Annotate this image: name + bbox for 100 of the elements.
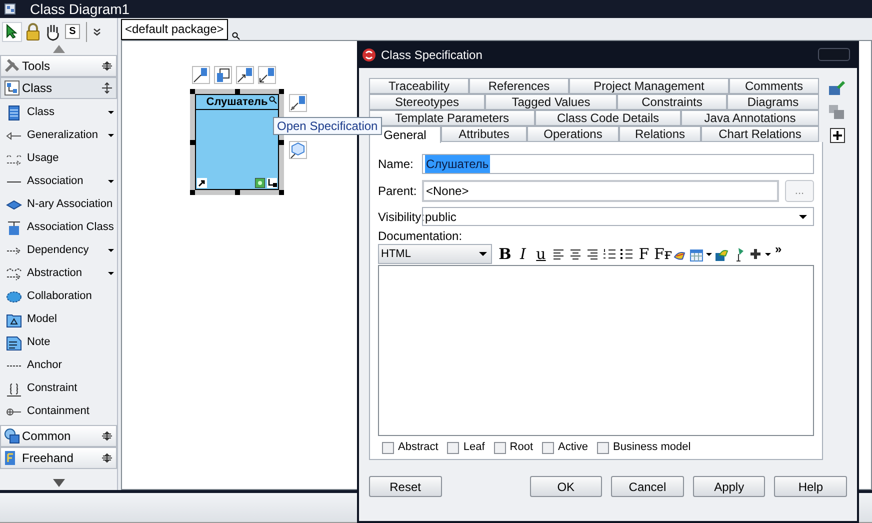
hand-icon[interactable]: [44, 22, 62, 40]
text-tool-button[interactable]: S: [65, 24, 80, 39]
resource-icon[interactable]: [289, 94, 307, 112]
field-label: Name:: [378, 156, 414, 173]
align-center-icon[interactable]: [568, 246, 583, 262]
overlap-squares-icon[interactable]: [828, 104, 846, 120]
palette-item[interactable]: Constraint: [0, 377, 117, 400]
palette-section-header[interactable]: Freehand: [0, 447, 117, 469]
palette-item[interactable]: Association: [0, 170, 117, 193]
bullet-list-icon[interactable]: [619, 246, 634, 262]
align-left-icon[interactable]: [551, 246, 566, 262]
palette-item[interactable]: Usage: [0, 147, 117, 170]
palette-item[interactable]: Dependency: [0, 239, 117, 262]
expand-toggle-icon[interactable]: [101, 82, 113, 94]
expand-toggle-icon[interactable]: [101, 430, 113, 442]
tab[interactable]: Comments: [729, 78, 819, 94]
checkbox[interactable]: [542, 442, 554, 454]
palette-item[interactable]: Association Class: [0, 216, 117, 239]
palette-item[interactable]: Abstraction: [0, 262, 117, 285]
plus-icon[interactable]: [748, 246, 763, 262]
dropdown-caret-icon[interactable]: [706, 252, 712, 256]
palette-item[interactable]: Model: [0, 308, 117, 331]
format-button[interactable]: F: [636, 245, 652, 263]
dropdown-caret-icon[interactable]: [108, 249, 114, 252]
dialog-button[interactable]: Apply: [692, 476, 766, 497]
tab[interactable]: Diagrams: [727, 94, 819, 110]
resize-handle[interactable]: [279, 89, 284, 94]
format-button[interactable]: Fғ: [654, 245, 670, 263]
overflow-button[interactable]: »: [775, 244, 782, 254]
format-dropdown[interactable]: HTML: [378, 244, 492, 264]
arrow-icon[interactable]: [197, 178, 207, 188]
package-tab[interactable]: <default package>: [121, 19, 228, 40]
tab[interactable]: Traceability: [369, 78, 469, 94]
palette-item[interactable]: Generalization: [0, 124, 117, 147]
cube-icon[interactable]: [289, 141, 307, 159]
checkbox[interactable]: [494, 442, 506, 454]
palette-item[interactable]: Collaboration: [0, 285, 117, 308]
numbered-list-icon[interactable]: [602, 246, 617, 262]
tab[interactable]: Java Annotations: [681, 110, 819, 126]
checkbox[interactable]: [597, 442, 609, 454]
tab[interactable]: Class Code Details: [535, 110, 681, 126]
resource-icon[interactable]: [214, 66, 232, 84]
scroll-down-icon[interactable]: [52, 479, 64, 487]
dropdown-caret-icon[interactable]: [765, 252, 771, 256]
dropdown-caret-icon[interactable]: [108, 180, 114, 183]
resource-icon[interactable]: [258, 66, 276, 84]
select-tool-button[interactable]: [2, 22, 22, 42]
dropdown-caret-icon[interactable]: [108, 272, 114, 275]
tab[interactable]: Stereotypes: [369, 94, 485, 110]
palette-item[interactable]: Note: [0, 331, 117, 354]
tab[interactable]: Attributes: [441, 126, 527, 142]
resize-handle[interactable]: [235, 89, 240, 94]
palette-item[interactable]: Class: [0, 101, 117, 124]
align-right-icon[interactable]: [585, 246, 600, 262]
window-title: Class Diagram1: [30, 0, 130, 19]
table-icon[interactable]: [689, 246, 704, 262]
expand-toggle-icon[interactable]: [101, 452, 113, 464]
resize-handle[interactable]: [279, 190, 284, 195]
format-button[interactable]: I: [515, 245, 531, 263]
checkbox[interactable]: [447, 442, 460, 454]
palette-section-header[interactable]: Common: [0, 425, 117, 447]
resize-handle[interactable]: [190, 89, 195, 94]
lock-icon[interactable]: [25, 22, 41, 40]
parent-field[interactable]: <None>: [422, 180, 779, 202]
tab[interactable]: Operations: [527, 126, 619, 142]
dialog-button[interactable]: OK: [530, 476, 602, 497]
format-button[interactable]: u: [533, 245, 549, 263]
resource-icon[interactable]: [192, 66, 210, 84]
name-field[interactable]: Слушатель: [422, 154, 814, 174]
palette-item[interactable]: N-ary Association: [0, 193, 117, 216]
tab[interactable]: Project Management: [569, 78, 729, 94]
corner-arrow-icon[interactable]: [267, 178, 277, 188]
search-icon[interactable]: [232, 32, 240, 40]
dialog-button[interactable]: Reset: [369, 476, 442, 497]
search-icon[interactable]: [269, 96, 277, 104]
dropdown-caret-icon[interactable]: [108, 111, 114, 114]
palette-item[interactable]: Anchor: [0, 354, 117, 377]
resource-icon[interactable]: [236, 66, 254, 84]
tab[interactable]: Chart Relations: [701, 126, 819, 142]
tab[interactable]: Tagged Values: [485, 94, 617, 110]
checkbox[interactable]: [382, 442, 394, 454]
palette-item[interactable]: Containment: [0, 400, 117, 423]
visibility-dropdown[interactable]: public: [422, 207, 814, 226]
dialog-button[interactable]: Help: [774, 476, 847, 497]
format-button[interactable]: B: [497, 245, 513, 263]
palette-section-header[interactable]: Tools: [0, 55, 117, 77]
scroll-up-icon[interactable]: [52, 45, 64, 53]
expand-toggle-icon[interactable]: [101, 60, 113, 72]
resize-handle[interactable]: [190, 140, 195, 145]
resize-handle[interactable]: [235, 190, 240, 195]
palette-section-header[interactable]: Class: [0, 77, 117, 99]
tab[interactable]: Constraints: [617, 94, 727, 110]
resize-handle[interactable]: [279, 140, 284, 145]
tab[interactable]: References: [469, 78, 569, 94]
dropdown-caret-icon[interactable]: [108, 134, 114, 137]
chevron-down-icon[interactable]: [93, 28, 101, 36]
plus-box-icon[interactable]: [830, 128, 844, 143]
tab[interactable]: Relations: [619, 126, 701, 142]
dialog-button[interactable]: Cancel: [611, 476, 684, 497]
resize-handle[interactable]: [190, 190, 195, 195]
